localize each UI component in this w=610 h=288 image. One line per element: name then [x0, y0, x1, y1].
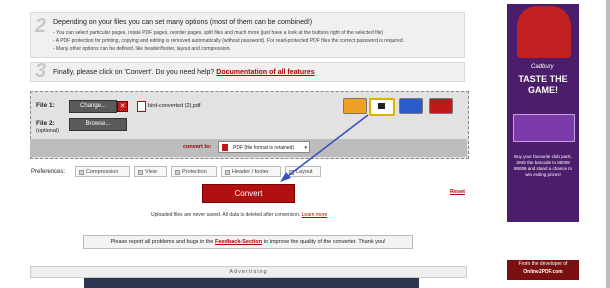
annotation-arrow-head [280, 172, 291, 182]
annotation-arrow-line [283, 114, 369, 180]
window-right-edge [606, 0, 610, 288]
annotation-arrow [280, 114, 369, 182]
page: 2 Depending on your files you can set ma… [0, 0, 606, 288]
